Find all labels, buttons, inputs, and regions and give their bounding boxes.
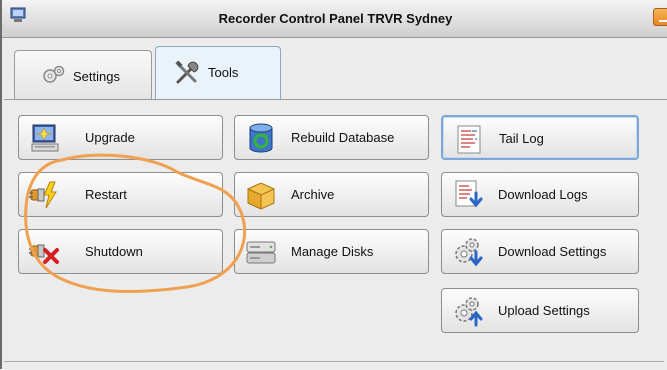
tab-tools-label: Tools	[208, 65, 239, 80]
upload-settings-icon	[455, 297, 483, 327]
download-settings-icon	[455, 238, 483, 267]
manage-disks-button[interactable]: Manage Disks	[234, 229, 429, 274]
box-icon	[247, 182, 275, 210]
shutdown-button[interactable]: Shutdown	[18, 229, 223, 274]
restart-button[interactable]: Restart	[18, 172, 223, 217]
gear-icon	[43, 65, 65, 83]
tail-log-button[interactable]: Tail Log	[441, 115, 639, 160]
download-log-icon	[455, 180, 483, 208]
tab-settings[interactable]: Settings	[14, 50, 152, 100]
restart-label: Restart	[85, 187, 127, 202]
minimize-button[interactable]	[653, 8, 667, 26]
shutdown-icon	[29, 244, 59, 264]
tab-settings-label: Settings	[73, 69, 120, 84]
title-bar[interactable]: Recorder Control Panel TRVR Sydney	[2, 0, 667, 38]
computer-icon	[31, 124, 59, 152]
disks-icon	[246, 241, 276, 264]
tab-tools[interactable]: Tools	[155, 46, 281, 102]
upgrade-label: Upgrade	[85, 130, 135, 145]
upload-settings-label: Upload Settings	[498, 303, 590, 318]
shutdown-label: Shutdown	[85, 244, 143, 259]
rebuild-database-button[interactable]: Rebuild Database	[234, 115, 429, 160]
restart-icon	[29, 181, 57, 209]
log-icon	[457, 125, 481, 154]
archive-label: Archive	[291, 187, 335, 202]
download-logs-label: Download Logs	[498, 187, 588, 202]
upgrade-button[interactable]: Upgrade	[18, 115, 223, 160]
download-logs-button[interactable]: Download Logs	[441, 172, 639, 217]
app-window: Recorder Control Panel TRVR Sydney Setti…	[0, 0, 667, 370]
archive-button[interactable]: Archive	[234, 172, 429, 217]
download-settings-button[interactable]: Download Settings	[441, 229, 639, 274]
database-icon	[249, 123, 273, 153]
manage-disks-label: Manage Disks	[291, 244, 374, 259]
window-title: Recorder Control Panel TRVR Sydney	[218, 11, 453, 26]
rebuild-database-label: Rebuild Database	[291, 130, 395, 145]
download-settings-label: Download Settings	[498, 244, 607, 259]
tools-icon	[175, 60, 199, 84]
upload-settings-button[interactable]: Upload Settings	[441, 288, 639, 333]
tail-log-label: Tail Log	[499, 131, 544, 146]
bottom-border	[4, 361, 664, 362]
